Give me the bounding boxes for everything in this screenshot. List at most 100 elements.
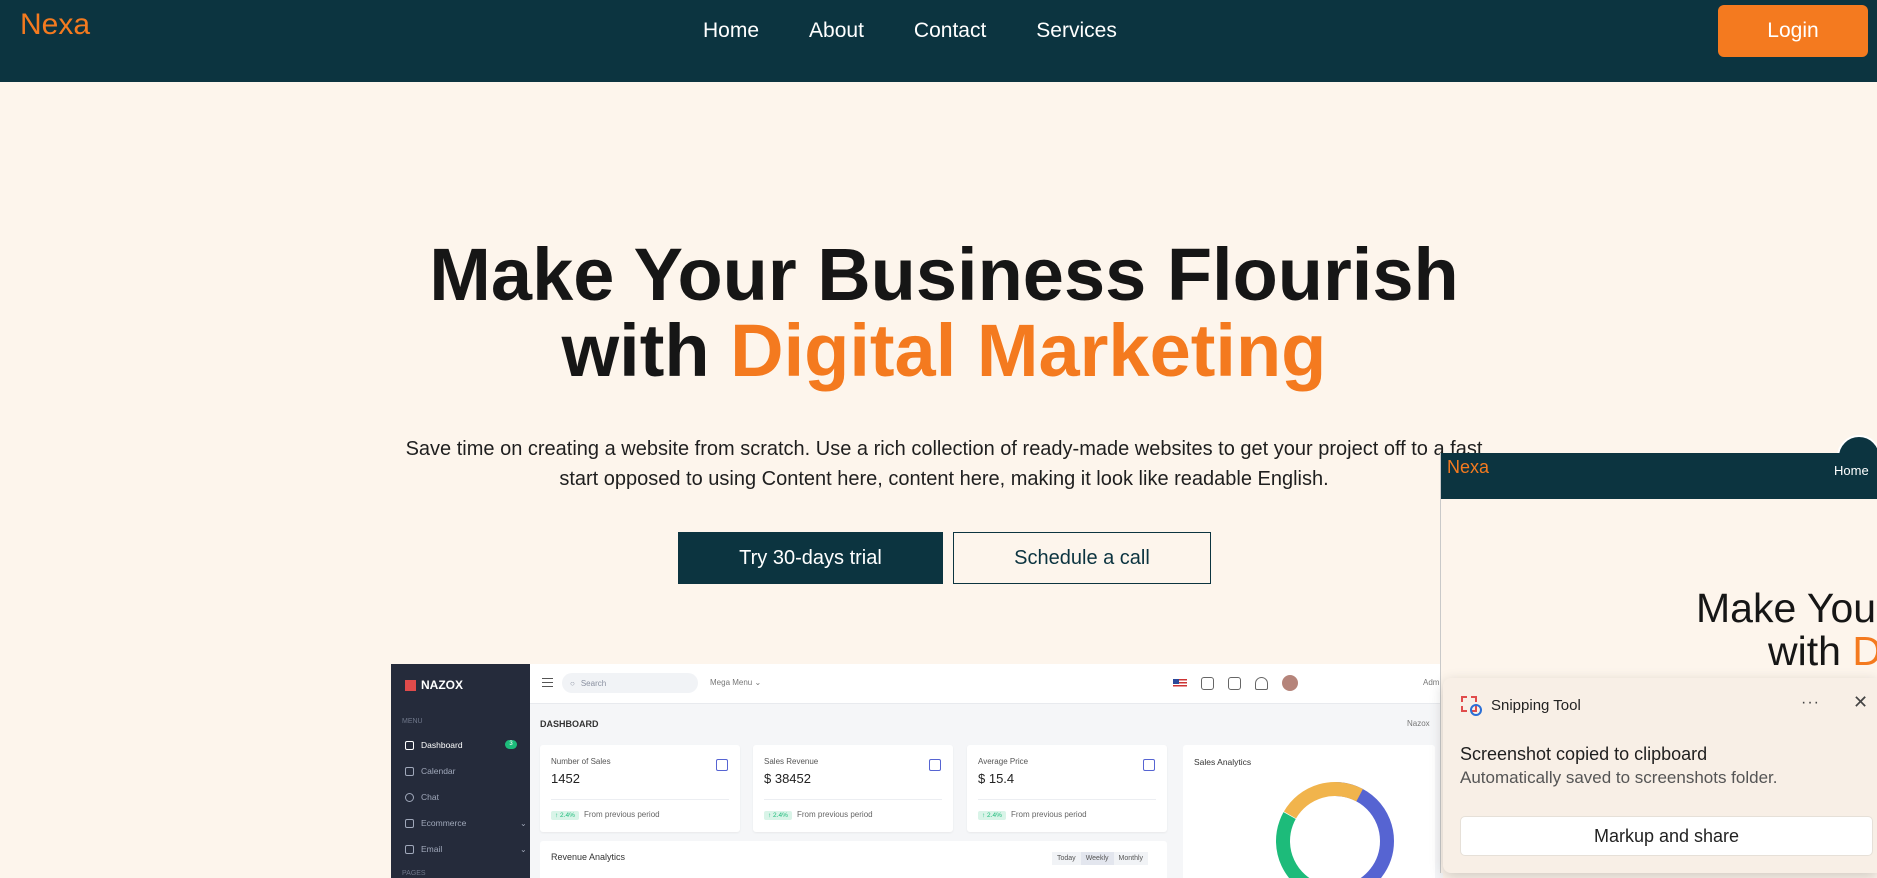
- nav-links: Home About Contact Services: [703, 19, 1117, 43]
- sales-donut-chart: [1276, 782, 1394, 878]
- preview-title-accent: D: [1852, 628, 1877, 674]
- stat-card-revenue: Sales Revenue $ 38452 ↑ 2.4% From previo…: [753, 745, 953, 832]
- preview-nav: Nexa Home: [1441, 453, 1877, 499]
- more-options-icon[interactable]: ···: [1801, 694, 1820, 712]
- tab-monthly: Monthly: [1113, 852, 1149, 865]
- stat-change: ↑ 2.4%: [764, 811, 792, 820]
- toast-heading: Screenshot copied to clipboard: [1460, 744, 1708, 764]
- markup-share-button[interactable]: Markup and share: [1460, 816, 1873, 856]
- hero-title-accent: Digital Marketing: [730, 309, 1327, 392]
- preview-hero-title: Make You with D: [1696, 587, 1877, 673]
- stat-card-average-price: Average Price $ 15.4 ↑ 2.4% From previou…: [967, 745, 1167, 832]
- sidebar-item-email: Email ⌄: [405, 844, 527, 854]
- dashboard-heading: DASHBOARD: [540, 719, 599, 729]
- sidebar-item-dashboard: Dashboard: [405, 740, 463, 750]
- dashboard-topbar: ○ Search Mega Menu ⌄ Adm: [530, 664, 1443, 704]
- divider: [551, 799, 729, 800]
- avatar: [1282, 675, 1298, 691]
- stat-change: ↑ 2.4%: [551, 811, 579, 820]
- dashboard-badge: 3: [505, 740, 517, 749]
- apps-icon: [1201, 676, 1214, 690]
- hero-subtitle: Save time on creating a website from scr…: [405, 438, 1483, 490]
- dashboard-search: ○ Search: [562, 673, 698, 693]
- tab-weekly: Weekly: [1080, 852, 1114, 865]
- chevron-down-icon: ⌄: [520, 818, 527, 828]
- login-button[interactable]: Login: [1718, 5, 1868, 57]
- preview-nav-home[interactable]: Home: [1834, 463, 1869, 478]
- hero-title-line1: Make Your Business Flourish: [429, 233, 1459, 316]
- search-icon: ○: [570, 678, 575, 688]
- stat-note: From previous period: [1011, 810, 1087, 819]
- stat-card-sales: Number of Sales 1452 ↑ 2.4% From previou…: [540, 745, 740, 832]
- mega-menu: Mega Menu ⌄: [710, 678, 762, 687]
- sidebar-item-label: Chat: [421, 792, 439, 802]
- nav-link-home[interactable]: Home: [703, 19, 759, 43]
- nav-link-contact[interactable]: Contact: [914, 19, 986, 43]
- hero-title: Make Your Business Flourish with Digital…: [0, 237, 1877, 389]
- preview-title-line2-prefix: with: [1768, 628, 1853, 674]
- store-icon: [405, 818, 414, 828]
- dashboard-toolbar: [1173, 675, 1298, 691]
- nav-link-services[interactable]: Services: [1036, 19, 1117, 43]
- dashboard-logo-text: NAZOX: [421, 678, 463, 692]
- stat-value: 1452: [551, 771, 580, 786]
- sidebar-item-ecommerce: Ecommerce ⌄: [405, 818, 527, 828]
- dashboard-search-placeholder: Search: [580, 678, 607, 688]
- menu-label: MENU: [402, 718, 423, 725]
- close-icon[interactable]: ✕: [1853, 692, 1868, 713]
- sidebar-item-label: Email: [421, 844, 443, 854]
- preview-brand[interactable]: Nexa: [1447, 457, 1489, 478]
- snipping-tool-toast: Snipping Tool ··· ✕ Screenshot copied to…: [1443, 678, 1877, 873]
- revenue-tabs: Today Weekly Monthly: [1052, 852, 1149, 865]
- stat-label: Sales Revenue: [764, 757, 819, 766]
- dashboard-preview: NAZOX MENU Dashboard 3 Calendar Chat Eco…: [391, 664, 1443, 878]
- bell-icon: [1255, 676, 1268, 690]
- chat-icon: [405, 792, 414, 802]
- revenue-analytics-title: Revenue Analytics: [551, 852, 626, 862]
- stat-label: Average Price: [978, 757, 1029, 766]
- divider: [764, 799, 942, 800]
- snipping-tool-icon: [1461, 696, 1482, 716]
- sidebar-item-chat: Chat: [405, 792, 439, 802]
- chevron-down-icon: ⌄: [520, 844, 527, 854]
- pages-label: PAGES: [402, 870, 426, 877]
- hamburger-icon: [542, 678, 553, 687]
- stat-label: Number of Sales: [551, 757, 611, 766]
- schedule-call-button[interactable]: Schedule a call: [953, 532, 1211, 584]
- divider: [978, 799, 1156, 800]
- toast-app-name: Snipping Tool: [1491, 696, 1581, 714]
- stat-value: $ 15.4: [978, 771, 1015, 786]
- sales-analytics-panel: Sales Analytics: [1183, 745, 1435, 878]
- stat-note: From previous period: [584, 810, 660, 819]
- layers-icon: [716, 759, 728, 771]
- stat-note: From previous period: [797, 810, 873, 819]
- sales-analytics-title: Sales Analytics: [1194, 757, 1252, 767]
- stat-value: $ 38452: [764, 771, 811, 786]
- revenue-analytics-panel: Revenue Analytics Today Weekly Monthly: [540, 841, 1167, 878]
- briefcase-icon: [1143, 759, 1155, 771]
- top-nav: Nexa Home About Contact Services Login: [0, 0, 1877, 82]
- toast-app-header: Snipping Tool: [1461, 696, 1581, 716]
- stat-change: ↑ 2.4%: [978, 811, 1006, 820]
- hero-title-line2-prefix: with: [561, 309, 731, 392]
- nav-link-about[interactable]: About: [809, 19, 864, 43]
- toast-message: Automatically saved to screenshots folde…: [1460, 768, 1778, 787]
- nazox-logo-icon: [405, 679, 416, 691]
- fullscreen-icon: [1228, 676, 1241, 690]
- tab-today: Today: [1052, 852, 1081, 865]
- dashboard-logo: NAZOX: [405, 678, 463, 692]
- grid-icon: [405, 740, 414, 750]
- preview-title-line1: Make You: [1696, 585, 1877, 631]
- us-flag-icon: [1173, 678, 1187, 688]
- dashboard-sidebar: NAZOX MENU Dashboard 3 Calendar Chat Eco…: [391, 664, 530, 878]
- sidebar-item-label: Dashboard: [421, 740, 463, 750]
- sidebar-item-label: Calendar: [421, 766, 456, 776]
- calendar-icon: [405, 766, 414, 776]
- sidebar-item-label: Ecommerce: [421, 818, 467, 828]
- brand-logo[interactable]: Nexa: [20, 8, 90, 42]
- trial-button[interactable]: Try 30-days trial: [678, 532, 943, 584]
- sidebar-item-calendar: Calendar: [405, 766, 456, 776]
- dashboard-user: Adm: [1423, 678, 1440, 687]
- store-icon: [929, 759, 941, 771]
- mail-icon: [405, 844, 414, 854]
